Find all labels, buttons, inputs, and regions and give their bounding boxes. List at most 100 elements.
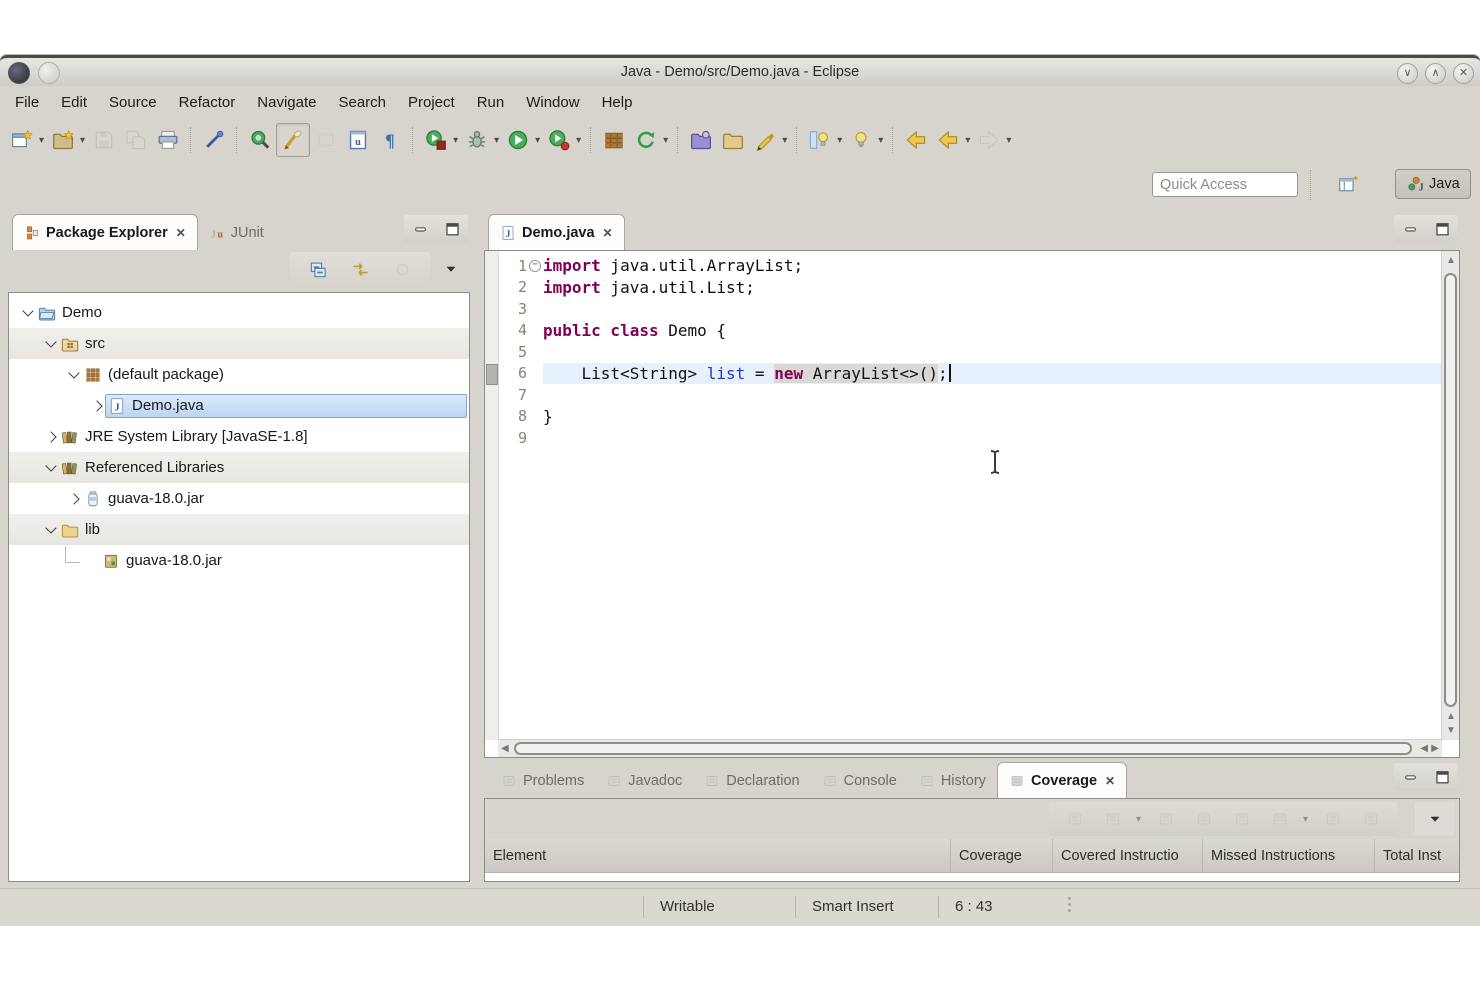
collapse-all-button[interactable] <box>302 253 334 285</box>
tree-item-default-package[interactable]: (default package) <box>9 359 469 390</box>
dropdown-icon[interactable]: ▾ <box>965 135 970 146</box>
code-line-5[interactable]: 5 <box>499 341 1442 363</box>
dropdown-icon[interactable]: ▾ <box>837 135 842 146</box>
menu-window[interactable]: Window <box>515 90 590 116</box>
dropdown-icon[interactable]: ▾ <box>878 135 883 146</box>
java-perspective-button[interactable]: J Java <box>1395 169 1471 199</box>
dropdown-icon[interactable]: ▾ <box>80 135 85 146</box>
menu-refactor[interactable]: Refactor <box>168 90 247 116</box>
collapse-arrow-icon[interactable] <box>42 527 59 532</box>
dropdown-icon[interactable]: ▾ <box>1006 135 1011 146</box>
save-button[interactable] <box>88 124 120 156</box>
run-last-button[interactable] <box>543 124 575 156</box>
new-java-project-button[interactable] <box>47 124 79 156</box>
minimize-view-icon[interactable] <box>408 217 432 241</box>
export-button[interactable] <box>717 124 749 156</box>
open-element-button[interactable]: u <box>342 124 374 156</box>
column-header-element[interactable]: Element <box>485 839 951 872</box>
link-with-editor-button[interactable] <box>344 253 376 285</box>
quick-access-input[interactable] <box>1152 172 1298 197</box>
code-line-2[interactable]: 2import java.util.List; <box>499 277 1442 299</box>
menu-project[interactable]: Project <box>397 90 466 116</box>
code-line-4[interactable]: 4public class Demo { <box>499 320 1442 342</box>
expand-arrow-icon[interactable] <box>65 495 82 503</box>
tab-problems[interactable]: Problems <box>490 764 595 798</box>
show-whitespace-button[interactable]: ¶ <box>374 124 406 156</box>
open-perspective-button[interactable] <box>1330 172 1366 198</box>
horizontal-scrollbar-thumb[interactable] <box>514 742 1412 755</box>
minimize-view-icon[interactable] <box>1398 217 1422 241</box>
code-line-1[interactable]: 1−import java.util.ArrayList; <box>499 255 1442 277</box>
column-header-total-inst[interactable]: Total Inst <box>1375 839 1459 872</box>
menu-file[interactable]: File <box>4 90 50 116</box>
search-pencil-button[interactable] <box>749 124 781 156</box>
code-line-3[interactable]: 3 <box>499 298 1442 320</box>
collapse-rows-button[interactable] <box>1317 803 1349 835</box>
expand-arrow-icon[interactable] <box>88 402 105 410</box>
merge-sessions-button[interactable] <box>1226 803 1258 835</box>
skip-breakpoints-button[interactable] <box>198 124 230 156</box>
remove-all-sessions-button[interactable] <box>1188 803 1220 835</box>
mark-occurrences-button[interactable] <box>310 124 342 156</box>
package-explorer-tree[interactable]: Demosrc(default package)JDemo.javaJRE Sy… <box>8 292 470 882</box>
minimize-view-icon[interactable] <box>1398 765 1422 789</box>
code-line-7[interactable]: 7 <box>499 384 1442 406</box>
tab-history[interactable]: History <box>908 764 997 798</box>
code-line-8[interactable]: 8} <box>499 406 1442 428</box>
tab-console[interactable]: Console <box>811 764 908 798</box>
coverage-launch-button[interactable] <box>420 124 452 156</box>
collapse-arrow-icon[interactable] <box>42 341 59 346</box>
forward-button[interactable] <box>973 124 1005 156</box>
maximize-view-icon[interactable] <box>1430 217 1454 241</box>
tree-item-demo-java[interactable]: JDemo.java <box>9 390 469 421</box>
fold-collapse-icon[interactable]: − <box>527 260 543 272</box>
dropdown-icon[interactable]: ▾ <box>39 135 44 146</box>
dropdown-icon[interactable]: ▾ <box>535 135 540 146</box>
menu-search[interactable]: Search <box>327 90 397 116</box>
tree-item-guava-18-0-jar[interactable]: guava-18.0.jar <box>9 545 469 576</box>
scroll-down-icon[interactable]: ▼ <box>1446 726 1456 736</box>
tab-declaration[interactable]: Declaration <box>693 764 810 798</box>
dropdown-icon[interactable]: ▾ <box>1136 814 1141 825</box>
dropdown-icon[interactable]: ▾ <box>453 135 458 146</box>
view-menu-button[interactable] <box>1415 802 1455 836</box>
maximize-view-icon[interactable] <box>440 217 464 241</box>
close-icon[interactable]: ✕ <box>603 226 613 240</box>
code-editor[interactable]: 1−import java.util.ArrayList;2import jav… <box>484 250 1460 758</box>
horizontal-scrollbar[interactable]: ◀ ◀ ▶ <box>498 739 1442 757</box>
view-menu-button[interactable] <box>434 252 468 286</box>
tree-item-guava-18-0-jar[interactable]: guava-18.0.jar <box>9 483 469 514</box>
scroll-up2-icon[interactable]: ▲ <box>1446 712 1456 722</box>
bulb-button[interactable] <box>845 124 877 156</box>
vertical-scrollbar-thumb[interactable] <box>1444 273 1457 707</box>
tree-item-jre-system-library-javase-1-8[interactable]: JRE System Library [JavaSE-1.8] <box>9 421 469 452</box>
run-button[interactable] <box>502 124 534 156</box>
collapse-arrow-icon[interactable] <box>19 310 36 315</box>
close-icon[interactable]: ✕ <box>1105 774 1115 788</box>
link-coverage-button[interactable] <box>1355 803 1387 835</box>
back-button[interactable] <box>932 124 964 156</box>
focus-button[interactable] <box>386 253 418 285</box>
import-session-button[interactable] <box>1264 803 1296 835</box>
vertical-scrollbar[interactable]: ▲ ▲ ▼ <box>1441 251 1459 740</box>
new-wizard-button[interactable] <box>6 124 38 156</box>
maximize-view-icon[interactable] <box>1430 765 1454 789</box>
scroll-left2-icon[interactable]: ◀ <box>1420 744 1428 754</box>
print-button[interactable] <box>152 124 184 156</box>
collapse-arrow-icon[interactable] <box>42 465 59 470</box>
menu-edit[interactable]: Edit <box>50 90 98 116</box>
minimize-icon[interactable]: ∨ <box>1397 63 1418 84</box>
menu-run[interactable]: Run <box>466 90 516 116</box>
annotation-bulb-button[interactable] <box>804 124 836 156</box>
refresh-button[interactable] <box>630 124 662 156</box>
tab-coverage[interactable]: Coverage✕ <box>997 762 1127 798</box>
dropdown-icon[interactable]: ▾ <box>782 135 787 146</box>
tab-javadoc[interactable]: Javadoc <box>595 764 693 798</box>
remove-session-button[interactable] <box>1150 803 1182 835</box>
debug-button[interactable] <box>461 124 493 156</box>
save-all-button[interactable] <box>120 124 152 156</box>
tree-item-lib[interactable]: lib <box>9 514 469 545</box>
dump-execution-button[interactable] <box>1097 803 1129 835</box>
close-icon[interactable]: ✕ <box>176 226 186 240</box>
scroll-up-icon[interactable]: ▲ <box>1446 256 1456 266</box>
